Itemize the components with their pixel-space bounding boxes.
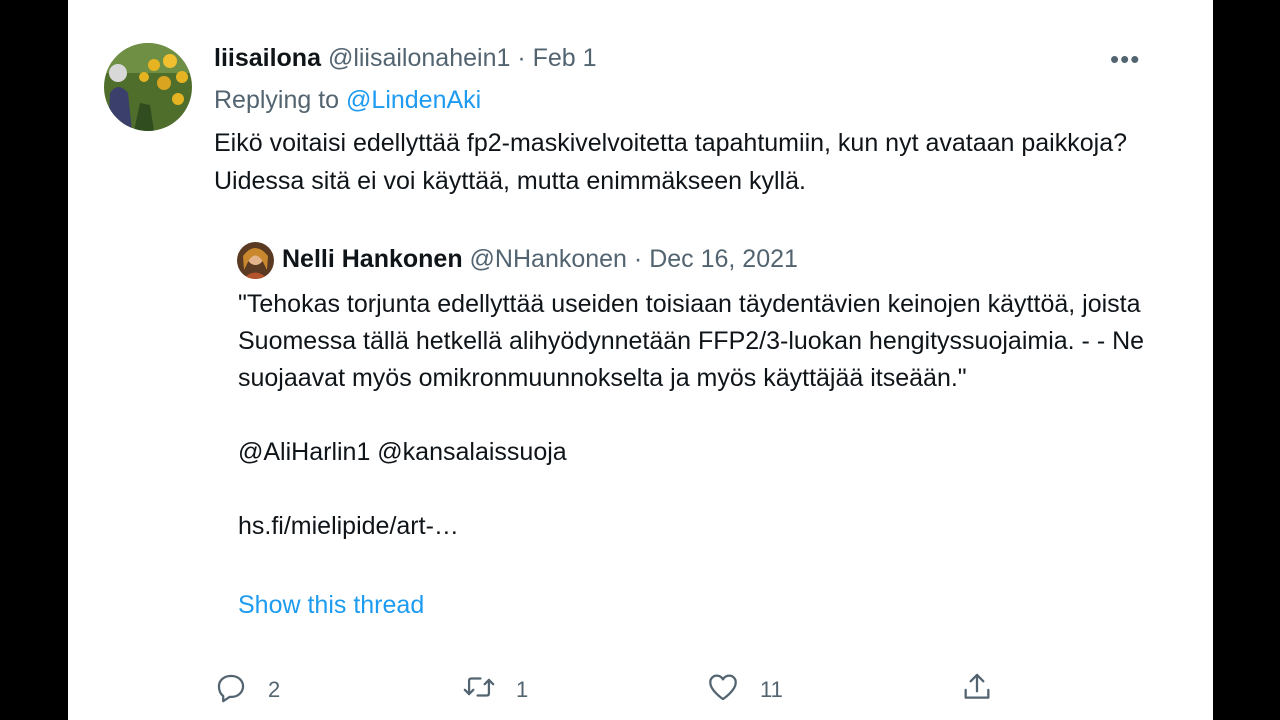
reply-button[interactable]: 2 — [214, 672, 280, 708]
quoted-header: Nelli Hankonen @NHankonen · Dec 16, 2021 — [282, 245, 798, 274]
share-button[interactable] — [960, 672, 994, 708]
more-options-icon[interactable]: ••• — [1110, 44, 1140, 75]
tweet-card[interactable]: liisailona @liisailonahein1 · Feb 1 ••• … — [68, 0, 1213, 720]
reply-count: 2 — [268, 677, 281, 702]
quoted-text[interactable]: "Tehokas torjunta edellyttää useiden toi… — [238, 286, 1148, 545]
replying-to-link[interactable]: @LindenAki — [346, 86, 481, 114]
replying-prefix: Replying to — [214, 86, 340, 114]
share-icon — [960, 670, 994, 710]
handle[interactable]: @liisailonahein1 — [328, 44, 510, 72]
show-thread-link[interactable]: Show this thread — [238, 591, 424, 620]
tweet-text: Eikö voitaisi edellyttää fp2-maskivelvoi… — [214, 129, 1128, 195]
quoted-date[interactable]: Dec 16, 2021 — [649, 245, 798, 273]
retweet-button[interactable]: 1 — [462, 672, 528, 708]
quoted-handle[interactable]: @NHankonen — [470, 245, 627, 273]
like-button[interactable]: 11 — [706, 672, 783, 708]
avatar[interactable] — [104, 43, 192, 131]
reply-icon — [214, 670, 248, 710]
tweet-date[interactable]: Feb 1 — [533, 44, 597, 72]
quoted-avatar[interactable] — [237, 242, 274, 279]
separator: · — [517, 44, 526, 72]
tweet-header: liisailona @liisailonahein1 · Feb 1 — [214, 44, 597, 73]
display-name[interactable]: liisailona — [214, 44, 321, 72]
retweet-icon — [462, 670, 496, 710]
heart-icon — [706, 670, 740, 710]
quoted-display-name[interactable]: Nelli Hankonen — [282, 245, 463, 273]
like-count: 11 — [760, 677, 783, 702]
replying-to: Replying to @LindenAki — [214, 86, 481, 115]
retweet-count: 1 — [516, 677, 529, 702]
quoted-separator: · — [633, 245, 643, 273]
